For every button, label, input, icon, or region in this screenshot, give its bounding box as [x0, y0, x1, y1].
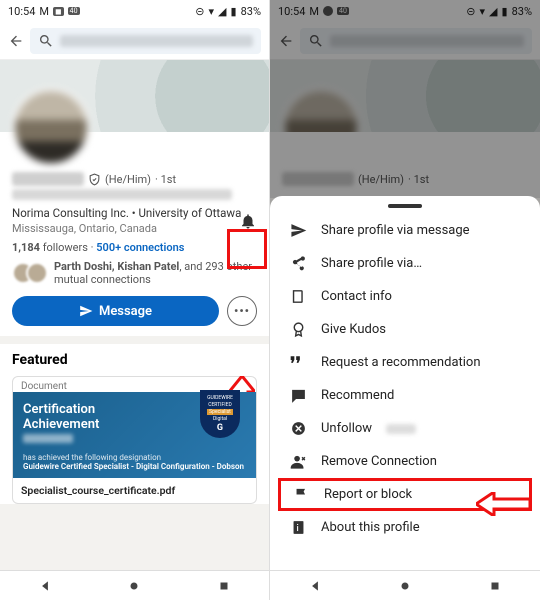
featured-section: Featured Document Certification Achievem…	[0, 344, 269, 504]
more-button[interactable]: •••	[227, 296, 257, 326]
share-icon	[290, 255, 307, 272]
doc-filename: Specialist_course_certificate.pdf	[13, 478, 256, 503]
menu-share-message[interactable]: Share profile via message	[270, 214, 540, 247]
cert-sub: has achieved the following designation	[23, 453, 246, 462]
menu-contact-info[interactable]: Contact info	[270, 280, 540, 313]
message-button[interactable]: Message	[12, 296, 219, 326]
send-icon	[79, 304, 93, 318]
menu-request-recommendation[interactable]: ❜❜ Request a recommendation	[270, 346, 540, 379]
battery-icon: ▮	[231, 5, 237, 18]
menu-give-kudos[interactable]: Give Kudos	[270, 313, 540, 346]
screen-action-sheet: 10:54 M 40 ⊝▾◢▮ 83% (He/Him)	[270, 0, 540, 600]
nav-recent-icon[interactable]	[217, 579, 231, 593]
followers-label: followers	[43, 241, 88, 254]
bell-icon[interactable]	[239, 212, 257, 230]
screen-profile: 10:54 M ◼ 40 ⊝ ▾ ◢ ▮ 83%	[0, 0, 270, 600]
search-input[interactable]	[30, 28, 261, 54]
status-chip: ◼	[53, 7, 64, 16]
android-nav	[270, 570, 540, 600]
pronouns: (He/Him)	[105, 173, 151, 186]
kudos-icon	[290, 321, 307, 338]
person-x-icon	[290, 453, 307, 470]
wifi-icon: ▾	[209, 5, 215, 18]
featured-document[interactable]: Document Certification Achievement has a…	[12, 376, 257, 504]
featured-heading: Featured	[12, 352, 257, 368]
message-label: Message	[99, 304, 152, 319]
contact-icon	[290, 288, 307, 305]
flag-icon	[293, 486, 310, 503]
gmail-icon: M	[39, 5, 49, 18]
status-bar: 10:54 M ◼ 40 ⊝ ▾ ◢ ▮ 83%	[0, 0, 269, 22]
stats-line: 1,184 followers · 500+ connections	[12, 241, 257, 254]
signal-icon: ◢	[218, 5, 226, 18]
menu-recommend[interactable]: Recommend	[270, 379, 540, 412]
quote-icon: ❜❜	[290, 354, 307, 371]
menu-remove-connection[interactable]: Remove Connection	[270, 445, 540, 478]
status-time: 10:54	[8, 5, 35, 18]
menu-unfollow[interactable]: Unfollow	[270, 412, 540, 445]
search-value-blur	[60, 35, 253, 47]
nav-recent-icon[interactable]	[488, 579, 502, 593]
send-icon	[290, 222, 307, 239]
sheet-handle[interactable]	[388, 204, 422, 208]
certificate-preview: Certification Achievement has achieved t…	[13, 392, 256, 478]
search-icon	[38, 33, 54, 49]
followers-count: 1,184	[12, 241, 40, 254]
location: Mississauga, Ontario, Canada	[12, 222, 257, 235]
headline-blur	[12, 189, 232, 200]
guidewire-badge: GUIDEWIRE CERTIFIED Specialist Digital G	[200, 390, 240, 438]
connections-link[interactable]: 500+ connections	[96, 241, 184, 254]
android-nav	[0, 570, 269, 600]
chat-icon	[290, 387, 307, 404]
info-icon	[290, 519, 307, 536]
verified-icon	[88, 173, 101, 186]
nav-back-icon[interactable]	[38, 579, 52, 593]
annotation-arrow-left	[476, 492, 530, 516]
mutual-connections[interactable]: Parth Doshi, Kishan Patel, and 293 other…	[12, 260, 257, 286]
dnd-icon: ⊝	[195, 5, 204, 18]
cover-photo	[0, 60, 269, 132]
cert-title: Guidewire Certified Specialist - Digital…	[23, 462, 246, 471]
top-nav	[0, 22, 269, 60]
avatar[interactable]	[12, 88, 90, 166]
back-icon[interactable]	[8, 33, 24, 49]
menu-share-via[interactable]: Share profile via…	[270, 247, 540, 280]
battery-pct: 83%	[241, 5, 261, 18]
profile-name-blur	[12, 172, 84, 186]
x-circle-icon	[290, 420, 307, 437]
connection-degree: · 1st	[155, 173, 176, 186]
unfollow-name-blur	[386, 424, 416, 434]
nav-back-icon[interactable]	[308, 579, 322, 593]
nav-home-icon[interactable]	[398, 579, 412, 593]
nav-home-icon[interactable]	[127, 579, 141, 593]
mutual-names: Parth Doshi, Kishan Patel	[54, 260, 179, 273]
workline: Norima Consulting Inc. • University of O…	[12, 206, 257, 220]
status-chip-2: 40	[68, 7, 80, 15]
mutual-avatar	[26, 262, 48, 284]
